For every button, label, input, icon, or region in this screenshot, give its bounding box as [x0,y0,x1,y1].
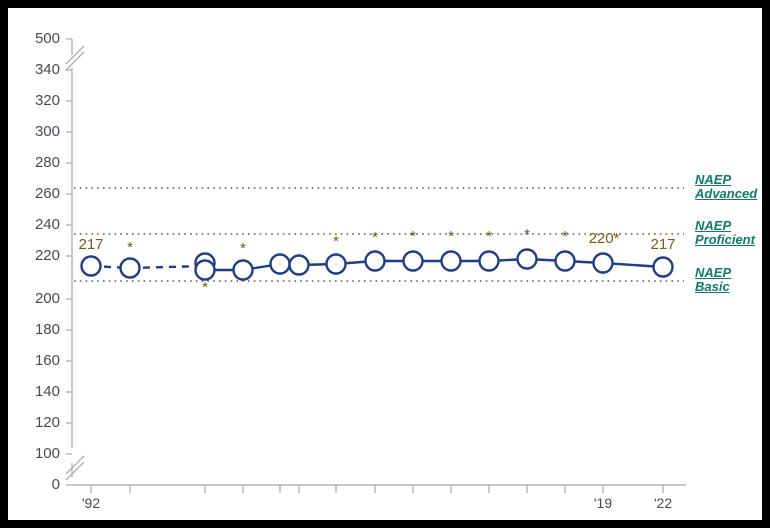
data-point-marker [119,257,141,279]
x-tick-label-2022: '22 [653,495,673,511]
significance-asterisk: * [372,229,378,246]
significance-asterisk-below: * [202,279,208,296]
data-point-marker [516,248,538,270]
data-point-marker [232,259,254,281]
x-tick-marks [90,485,664,493]
x-tick-label-1992: '92 [81,495,101,511]
naep-score-line-chart: 500 340 320 300 280 260 240 220 200 180 … [8,8,762,520]
data-point-marker [325,253,347,275]
y-tick-label: 200 [34,290,60,307]
value-label-first: 217 [78,236,104,253]
data-point-marker [288,254,310,276]
cutscore-label-line1: NAEP [695,265,732,280]
y-tick-label: 280 [34,154,60,171]
significance-asterisk: * [524,226,530,243]
significance-asterisk: * [410,228,416,245]
significance-asterisk: * [448,228,454,245]
data-point-marker [440,250,462,272]
cutscore-label-line2: Basic [695,279,730,295]
y-tick-label: 160 [34,352,60,369]
chart-canvas [65,38,686,493]
cutscore-label-naep-advanced: NAEP Advanced [695,172,758,202]
data-point-marker [194,259,216,281]
significance-asterisk: * [562,228,568,245]
series-markers [80,248,674,281]
y-tick-label: 100 [34,445,60,462]
value-label-2019: 220* [588,230,620,247]
significance-asterisk: * [127,239,133,256]
y-tick-label: 240 [34,216,60,233]
x-tick-label-2019: '19 [593,495,613,511]
data-point-marker [402,250,424,272]
data-point-marker [80,255,102,277]
data-point-marker [269,253,291,275]
cutscore-label-naep-proficient: NAEP Proficient [695,218,755,248]
series-line-dashed-segment [90,264,206,270]
y-tick-label: 220 [34,247,60,264]
y-tick-label: 140 [34,383,60,400]
y-tick-label: 300 [34,123,60,140]
y-tick-label: 120 [34,414,60,431]
cutscore-label-line1: NAEP [695,218,732,233]
value-label-last: 217 [650,236,676,253]
significance-asterisk: * [333,233,339,250]
significance-asterisk: * [486,228,492,245]
y-tick-label: 340 [34,61,60,78]
cutscore-label-line2: Proficient [695,232,755,248]
data-point-marker [478,250,500,272]
cutscore-label-naep-basic: NAEP Basic [695,265,732,295]
data-point-marker [554,250,576,272]
y-tick-label: 180 [34,321,60,338]
y-tick-label: 500 [34,30,60,47]
data-point-marker [364,250,386,272]
y-tick-marks [66,38,72,486]
chart-frame: 500 340 320 300 280 260 240 220 200 180 … [8,8,762,520]
data-point-marker [652,256,674,278]
cutscore-label-line1: NAEP [695,172,732,187]
significance-asterisk: * [240,240,246,257]
y-tick-label: 320 [34,92,60,109]
cutscore-label-line2: Advanced [695,186,758,202]
y-tick-label: 0 [51,476,60,493]
data-point-marker [592,252,614,274]
y-tick-label: 260 [34,185,60,202]
